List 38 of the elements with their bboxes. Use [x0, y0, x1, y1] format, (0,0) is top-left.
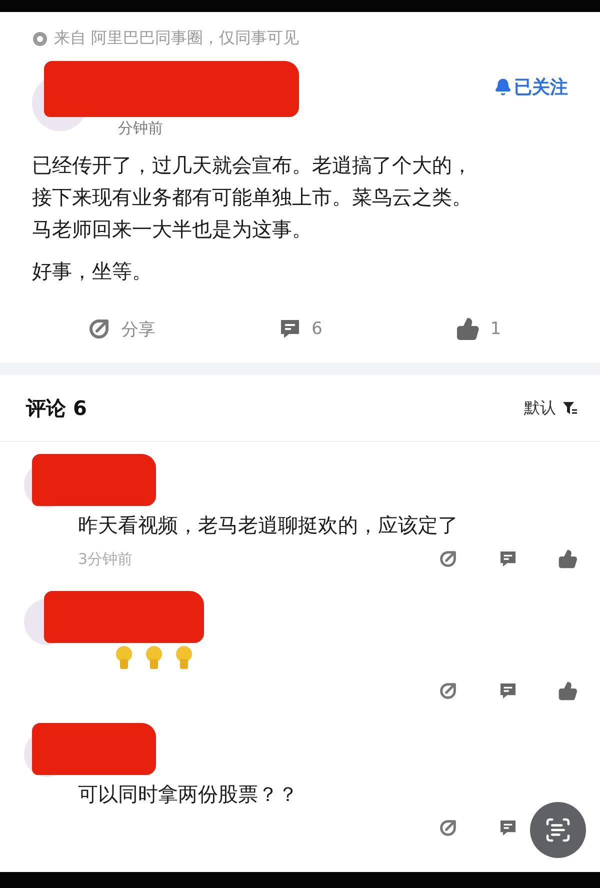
comment-action[interactable]: 6: [278, 317, 322, 341]
comment-icon: [498, 549, 518, 569]
bell-icon: [494, 78, 512, 96]
comment-text: 可以同时拿两份股票？？: [77, 781, 299, 808]
share-button[interactable]: [438, 681, 458, 701]
comment-icon: [498, 818, 518, 838]
share-icon: [87, 317, 112, 341]
thumbs-up-icon: [558, 549, 578, 569]
scan-icon: [544, 816, 572, 844]
share-button[interactable]: [438, 549, 458, 569]
lightbulb-icon: [144, 645, 164, 671]
comment-text: 昨天看视频，老马老逍聊挺欢的，应该定了: [77, 512, 459, 539]
like-button[interactable]: [558, 549, 578, 569]
share-icon: [438, 549, 458, 569]
post-time: 分钟前: [118, 119, 163, 138]
thumbs-up-icon: [558, 681, 578, 701]
comment-button[interactable]: [498, 549, 518, 569]
filter-icon: [562, 400, 578, 416]
follow-button[interactable]: 已关注: [494, 75, 568, 99]
comment-button[interactable]: [498, 681, 518, 701]
post-text: 已经传开了，过几天就会宣布。老逍搞了个大的， 接下来现有业务都有可能单独上市。菜鸟云之类。 马老师回来一大半也是为这事。: [32, 152, 473, 243]
like-action[interactable]: 1: [456, 317, 502, 341]
post-text: 好事，坐等。: [32, 258, 153, 285]
comments-title: 评论 6: [26, 394, 87, 422]
comment-icon: [498, 681, 518, 701]
share-button[interactable]: [438, 818, 458, 838]
lightbulb-icon: [174, 645, 194, 671]
lightbulb-icon: [114, 645, 134, 671]
thumbs-up-icon: [456, 317, 480, 341]
comment-time: 3分钟前: [78, 550, 133, 568]
share-icon: [438, 681, 458, 701]
comment-button[interactable]: [498, 818, 518, 838]
share-action[interactable]: 分享: [87, 317, 156, 341]
sort-button[interactable]: 默认: [524, 398, 578, 418]
like-button[interactable]: [558, 681, 578, 701]
source-note: 来自 阿里巴巴同事圈，仅同事可见: [54, 28, 300, 49]
location-icon: [32, 30, 48, 46]
share-icon: [438, 818, 458, 838]
